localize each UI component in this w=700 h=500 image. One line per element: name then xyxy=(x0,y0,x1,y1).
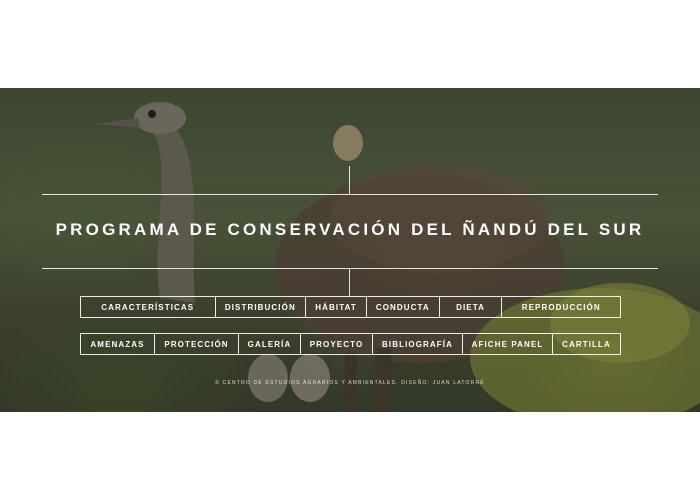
menu-item-galeria[interactable]: GALERÍA xyxy=(238,334,300,354)
menu-item-proteccion[interactable]: PROTECCIÓN xyxy=(154,334,238,354)
menu-connector-line xyxy=(349,268,350,296)
menu-item-dieta[interactable]: DIETA xyxy=(438,297,502,317)
menu-row-secondary: AMENAZAS PROTECCIÓN GALERÍA PROYECTO BIB… xyxy=(80,333,621,355)
title-bottom-rule xyxy=(42,268,658,269)
hero-overlay xyxy=(0,88,700,412)
menu-item-cartilla[interactable]: CARTILLA xyxy=(552,334,620,354)
menu-item-distribucion[interactable]: DISTRIBUCIÓN xyxy=(214,297,306,317)
menu-item-amenazas[interactable]: AMENAZAS xyxy=(81,334,154,354)
menu-item-afiche-panel[interactable]: AFICHE PANEL xyxy=(462,334,552,354)
credit-text: © CENTRO DE ESTUDIOS AGRARIOS Y AMBIENTA… xyxy=(215,380,485,386)
menu-item-proyecto[interactable]: PROYECTO xyxy=(300,334,372,354)
menu-item-reproduccion[interactable]: REPRODUCCIÓN xyxy=(501,297,620,317)
menu-item-caracteristicas[interactable]: CARACTERÍSTICAS xyxy=(81,297,215,317)
page-title: PROGRAMA DE CONSERVACIÓN DEL ÑANDÚ DEL S… xyxy=(55,220,645,239)
menu-item-bibliografia[interactable]: BIBLIOGRAFÍA xyxy=(372,334,462,354)
title-top-rule xyxy=(42,194,658,195)
menu-item-habitat[interactable]: HÁBITAT xyxy=(305,297,366,317)
menu-row-primary: CARACTERÍSTICAS DISTRIBUCIÓN HÁBITAT CON… xyxy=(80,296,621,318)
top-connector-line xyxy=(349,166,350,194)
hero-banner: PROGRAMA DE CONSERVACIÓN DEL ÑANDÚ DEL S… xyxy=(0,88,700,412)
menu-item-conducta[interactable]: CONDUCTA xyxy=(365,297,439,317)
